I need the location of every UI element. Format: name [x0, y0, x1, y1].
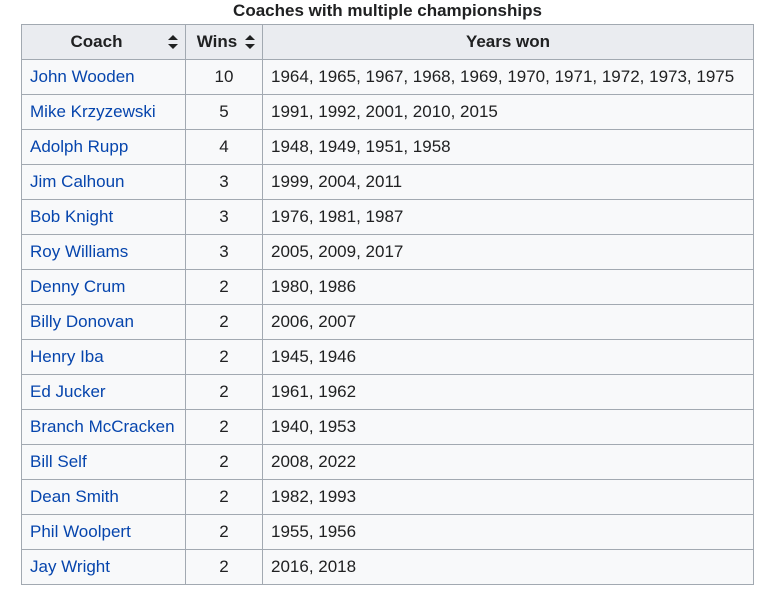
table-row: Bill Self 2 2008, 2022 — [21, 444, 754, 480]
cell-years-won: 1991, 1992, 2001, 2010, 2015 — [262, 94, 754, 130]
cell-wins: 2 — [185, 304, 263, 340]
cell-coach: Adolph Rupp — [21, 129, 186, 165]
cell-coach: Bob Knight — [21, 199, 186, 235]
cell-years-won: 2016, 2018 — [262, 549, 754, 585]
table-row: Denny Crum 2 1980, 1986 — [21, 269, 754, 305]
column-header-years-won: Years won — [262, 24, 754, 60]
cell-years-won: 2006, 2007 — [262, 304, 754, 340]
cell-wins: 10 — [185, 59, 263, 95]
column-header-label: Wins — [196, 32, 238, 51]
coach-link[interactable]: Branch McCracken — [30, 417, 175, 436]
cell-coach: Henry Iba — [21, 339, 186, 375]
cell-wins: 4 — [185, 129, 263, 165]
table-row: Henry Iba 2 1945, 1946 — [21, 339, 754, 375]
coach-link[interactable]: Bill Self — [30, 452, 87, 471]
table-body: John Wooden 10 1964, 1965, 1967, 1968, 196… — [21, 59, 754, 585]
cell-years-won: 1945, 1946 — [262, 339, 754, 375]
cell-wins: 5 — [185, 94, 263, 130]
cell-coach: Jim Calhoun — [21, 164, 186, 200]
cell-years-won: 1948, 1949, 1951, 1958 — [262, 129, 754, 165]
cell-coach: Roy Williams — [21, 234, 186, 270]
cell-years-won: 1955, 1956 — [262, 514, 754, 550]
cell-wins: 2 — [185, 479, 263, 515]
coach-link[interactable]: Mike Krzyzewski — [30, 102, 156, 121]
column-header-wins[interactable]: Wins — [185, 24, 263, 60]
coach-link[interactable]: John Wooden — [30, 67, 135, 86]
cell-wins: 3 — [185, 164, 263, 200]
column-header-label: Years won — [465, 32, 551, 51]
coach-link[interactable]: Jay Wright — [30, 557, 110, 576]
table-row: Bob Knight 3 1976, 1981, 1987 — [21, 199, 754, 235]
cell-coach: Phil Woolpert — [21, 514, 186, 550]
cell-coach: John Wooden — [21, 59, 186, 95]
table-row: Billy Donovan 2 2006, 2007 — [21, 304, 754, 340]
cell-wins: 2 — [185, 374, 263, 410]
table-caption: Coaches with multiple championships — [233, 1, 542, 20]
cell-coach: Ed Jucker — [21, 374, 186, 410]
cell-wins: 3 — [185, 234, 263, 270]
cell-wins: 2 — [185, 444, 263, 480]
cell-coach: Bill Self — [21, 444, 186, 480]
coach-link[interactable]: Jim Calhoun — [30, 172, 125, 191]
cell-years-won: 2008, 2022 — [262, 444, 754, 480]
coach-link[interactable]: Denny Crum — [30, 277, 125, 296]
cell-wins: 3 — [185, 199, 263, 235]
table-row: Adolph Rupp 4 1948, 1949, 1951, 1958 — [21, 129, 754, 165]
sort-arrows-icon[interactable] — [168, 35, 178, 49]
coach-link[interactable]: Adolph Rupp — [30, 137, 128, 156]
cell-coach: Mike Krzyzewski — [21, 94, 186, 130]
table-row: Jim Calhoun 3 1999, 2004, 2011 — [21, 164, 754, 200]
table-row: Mike Krzyzewski 5 1991, 1992, 2001, 2010, … — [21, 94, 754, 130]
coach-link[interactable]: Henry Iba — [30, 347, 104, 366]
cell-wins: 2 — [185, 514, 263, 550]
cell-wins: 2 — [185, 269, 263, 305]
cell-wins: 2 — [185, 409, 263, 445]
table-row: John Wooden 10 1964, 1965, 1967, 1968, 196… — [21, 59, 754, 95]
cell-years-won: 1976, 1981, 1987 — [262, 199, 754, 235]
coach-link[interactable]: Phil Woolpert — [30, 522, 131, 541]
cell-coach: Branch McCracken — [21, 409, 186, 445]
table-header-row: Coach Wins Years won — [21, 24, 754, 60]
cell-years-won: 1999, 2004, 2011 — [262, 164, 754, 200]
coach-link[interactable]: Bob Knight — [30, 207, 113, 226]
table-row: Phil Woolpert 2 1955, 1956 — [21, 514, 754, 550]
column-header-label: Coach — [70, 32, 123, 51]
coach-link[interactable]: Dean Smith — [30, 487, 119, 506]
cell-years-won: 1961, 1962 — [262, 374, 754, 410]
cell-years-won: 1940, 1953 — [262, 409, 754, 445]
championships-table: Coach Wins Years won John Wooden 10 1964, … — [21, 24, 754, 585]
column-header-coach[interactable]: Coach — [21, 24, 186, 60]
cell-wins: 2 — [185, 339, 263, 375]
table-row: Dean Smith 2 1982, 1993 — [21, 479, 754, 515]
cell-years-won: 2005, 2009, 2017 — [262, 234, 754, 270]
cell-wins: 2 — [185, 549, 263, 585]
table-row: Branch McCracken 2 1940, 1953 — [21, 409, 754, 445]
coach-link[interactable]: Ed Jucker — [30, 382, 106, 401]
table-row: Roy Williams 3 2005, 2009, 2017 — [21, 234, 754, 270]
cell-coach: Billy Donovan — [21, 304, 186, 340]
table-row: Jay Wright 2 2016, 2018 — [21, 549, 754, 585]
coach-link[interactable]: Billy Donovan — [30, 312, 134, 331]
sort-arrows-icon[interactable] — [245, 35, 255, 49]
cell-years-won: 1980, 1986 — [262, 269, 754, 305]
coach-link[interactable]: Roy Williams — [30, 242, 128, 261]
cell-years-won: 1982, 1993 — [262, 479, 754, 515]
table-row: Ed Jucker 2 1961, 1962 — [21, 374, 754, 410]
cell-coach: Jay Wright — [21, 549, 186, 585]
cell-coach: Dean Smith — [21, 479, 186, 515]
cell-coach: Denny Crum — [21, 269, 186, 305]
cell-years-won: 1964, 1965, 1967, 1968, 1969, 1970, 1971… — [262, 59, 754, 95]
